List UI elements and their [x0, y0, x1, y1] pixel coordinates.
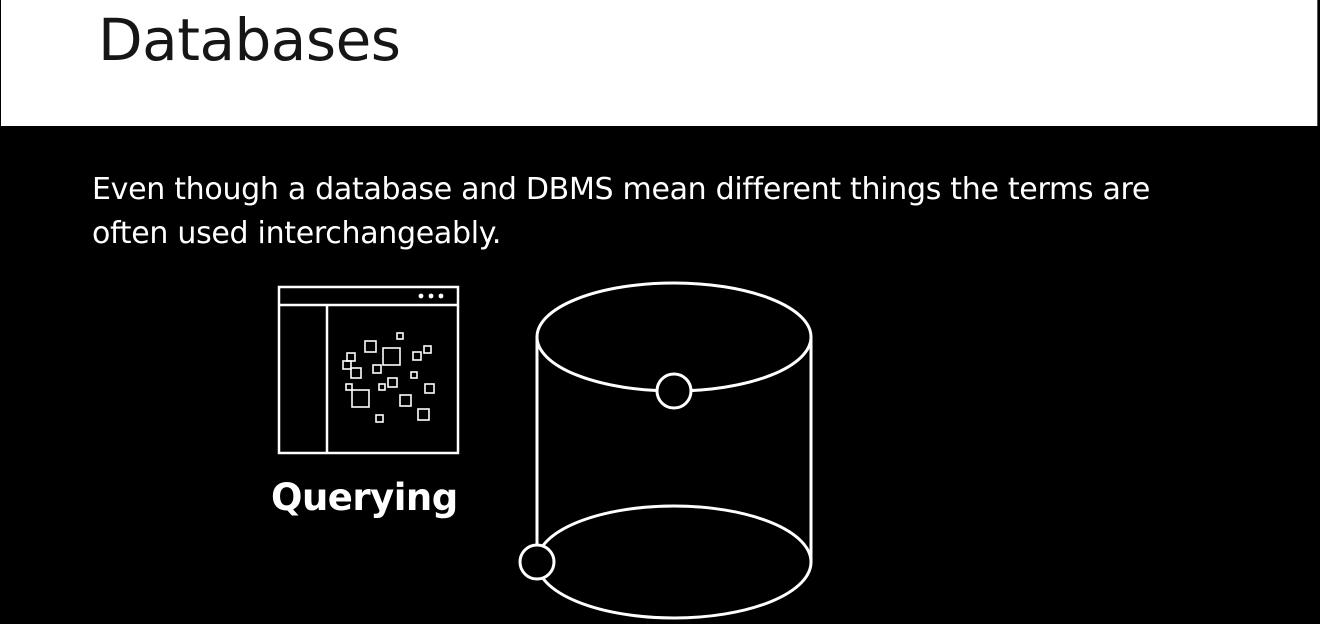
cylinder-bottom-ellipse [535, 504, 813, 620]
window-frame [277, 285, 460, 455]
querying-caption: Querying [271, 476, 458, 519]
illustration [277, 281, 813, 620]
top-node-circle [655, 372, 693, 410]
query-window-icon [277, 285, 460, 455]
slide: Databases Even though a database and DBM… [0, 0, 1320, 624]
bottom-node-circle [518, 543, 556, 581]
database-cylinder-icon [518, 281, 813, 620]
window-menu-dots-icon [418, 293, 444, 299]
scattered-data-squares-icon [342, 332, 435, 423]
